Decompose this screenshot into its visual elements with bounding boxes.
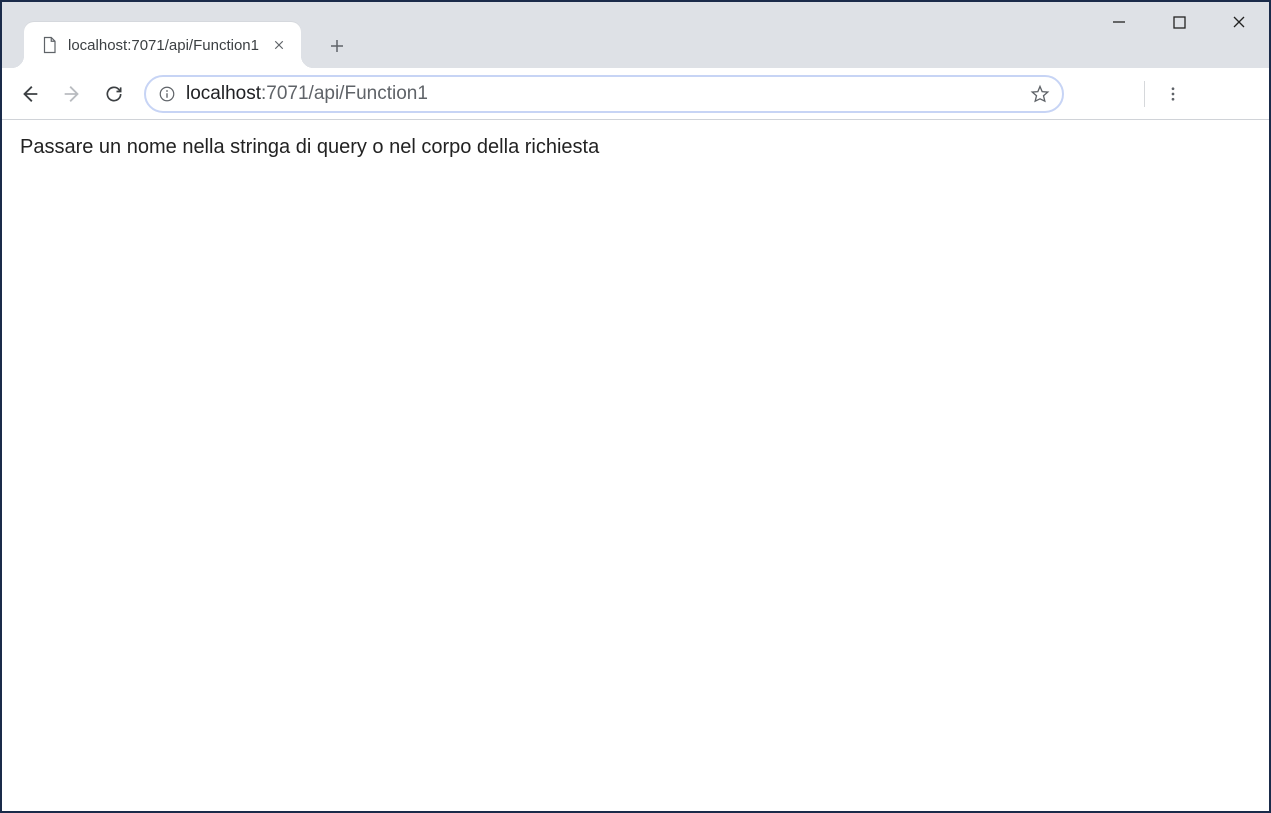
browser-tab[interactable]: localhost:7071/api/Function1 (24, 22, 301, 68)
tab-title: localhost:7071/api/Function1 (68, 37, 259, 54)
window-controls (1089, 2, 1269, 42)
reload-button[interactable] (96, 76, 132, 112)
forward-button[interactable] (54, 76, 90, 112)
url-host: localhost (186, 83, 261, 104)
close-window-button[interactable] (1209, 2, 1269, 42)
browser-toolbar: localhost:7071/api/Function1 (2, 68, 1269, 120)
toolbar-separator (1144, 81, 1145, 107)
url-text: localhost:7071/api/Function1 (186, 83, 1016, 105)
tab-strip: localhost:7071/api/Function1 (2, 2, 355, 68)
file-icon (40, 36, 58, 54)
site-info-icon[interactable] (158, 85, 176, 103)
browser-titlebar: localhost:7071/api/Function1 (2, 2, 1269, 68)
browser-menu-button[interactable] (1155, 76, 1191, 112)
minimize-button[interactable] (1089, 2, 1149, 42)
new-tab-button[interactable] (319, 28, 355, 64)
address-bar[interactable]: localhost:7071/api/Function1 (144, 75, 1064, 113)
url-path: :7071/api/Function1 (261, 83, 428, 104)
bookmark-button[interactable] (1026, 80, 1054, 108)
back-button[interactable] (12, 76, 48, 112)
page-viewport: Passare un nome nella stringa di query o… (2, 120, 1269, 175)
maximize-button[interactable] (1149, 2, 1209, 42)
page-body-text: Passare un nome nella stringa di query o… (20, 136, 1251, 159)
tab-close-button[interactable] (269, 35, 289, 55)
